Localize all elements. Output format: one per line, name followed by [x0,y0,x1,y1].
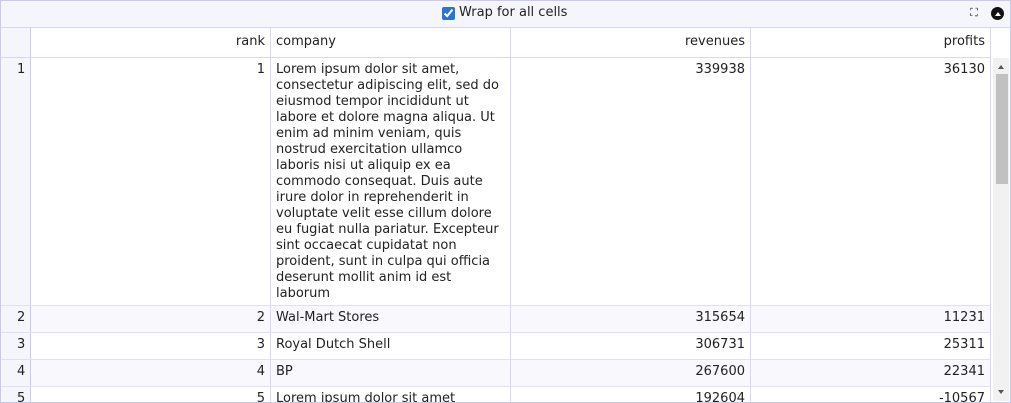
vertical-scrollbar[interactable] [993,58,1009,401]
scroll-down-icon[interactable] [993,385,1009,399]
cell-revenues[interactable]: 306731 [511,333,751,359]
table-row: 1 1 Lorem ipsum dolor sit amet, consecte… [1,58,991,306]
row-index: 2 [1,306,31,332]
wrap-label: Wrap for all cells [459,5,568,20]
header-index-cell [1,28,31,57]
table-body: 1 1 Lorem ipsum dolor sit amet, consecte… [1,58,991,402]
cell-company[interactable]: Lorem ipsum dolor sit amet, consectetur … [271,58,511,305]
header-profits[interactable]: profits [751,28,991,57]
table-row: 5 5 Lorem ipsum dolor sit amet 192604 -1… [1,387,991,402]
cell-company[interactable]: Wal-Mart Stores [271,306,511,332]
grid-toolbar: Wrap for all cells ⛶ [1,1,1010,28]
header-rank[interactable]: rank [31,28,271,57]
expand-icon[interactable]: ⛶ [968,6,980,19]
cell-revenues[interactable]: 339938 [511,58,751,305]
table-row: 3 3 Royal Dutch Shell 306731 25311 [1,333,991,360]
header-company[interactable]: company [271,28,511,57]
cell-rank[interactable]: 3 [31,333,271,359]
cell-rank[interactable]: 1 [31,58,271,305]
collapse-icon[interactable] [991,7,1004,20]
table-row: 4 4 BP 267600 22341 [1,360,991,387]
row-index: 4 [1,360,31,386]
header-revenues[interactable]: revenues [511,28,751,57]
wrap-checkbox[interactable] [442,6,455,20]
cell-company[interactable]: Royal Dutch Shell [271,333,511,359]
cell-rank[interactable]: 2 [31,306,271,332]
cell-profits[interactable]: 22341 [751,360,991,386]
cell-rank[interactable]: 4 [31,360,271,386]
row-index: 1 [1,58,31,305]
row-index: 5 [1,387,31,402]
cell-revenues[interactable]: 192604 [511,387,751,402]
table-header: rank company revenues profits [1,28,991,58]
row-index: 3 [1,333,31,359]
cell-company[interactable]: Lorem ipsum dolor sit amet [271,387,511,402]
cell-profits[interactable]: 36130 [751,58,991,305]
cell-profits[interactable]: 25311 [751,333,991,359]
cell-revenues[interactable]: 315654 [511,306,751,332]
cell-profits[interactable]: 11231 [751,306,991,332]
data-grid: Wrap for all cells ⛶ rank company revenu… [0,0,1011,403]
table-row: 2 2 Wal-Mart Stores 315654 11231 [1,306,991,333]
cell-revenues[interactable]: 267600 [511,360,751,386]
cell-profits[interactable]: -10567 [751,387,991,402]
scroll-up-icon[interactable] [993,60,1009,74]
cell-company[interactable]: BP [271,360,511,386]
wrap-toggle[interactable]: Wrap for all cells [442,5,567,21]
cell-rank[interactable]: 5 [31,387,271,402]
scrollbar-thumb[interactable] [996,74,1008,184]
